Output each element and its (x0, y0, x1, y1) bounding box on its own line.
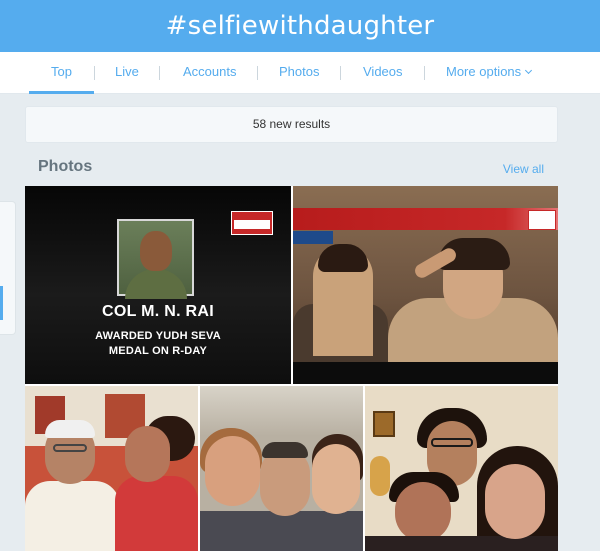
tab-photos[interactable]: Photos (279, 52, 319, 94)
photo-thumbnail-4[interactable] (200, 386, 363, 551)
tab-separator (424, 66, 425, 80)
caption-line-2: MEDAL ON R-DAY (108, 345, 208, 357)
tab-accounts[interactable]: Accounts (183, 52, 236, 94)
photo-thumbnail-1[interactable]: COL M. N. RAI AWARDED YUDH SEVA MEDAL ON… (25, 186, 291, 384)
new-results-text: 58 new results (252, 117, 331, 131)
tab-separator (159, 66, 160, 80)
tab-separator (94, 66, 95, 80)
officer-portrait (117, 219, 194, 299)
location-tag (293, 231, 333, 244)
tab-videos[interactable]: Videos (363, 52, 403, 94)
search-header: #selfiewithdaughter (0, 0, 600, 52)
tab-live[interactable]: Live (115, 52, 139, 94)
tab-top-label: Top (51, 64, 72, 79)
tab-videos-label: Videos (363, 64, 403, 79)
tab-more-options[interactable]: More options (446, 52, 533, 94)
photo-thumbnail-3[interactable] (25, 386, 198, 551)
tab-top[interactable]: Top (29, 52, 94, 94)
view-all-link[interactable]: View all (503, 162, 544, 176)
photos-section-title: Photos (38, 158, 93, 175)
channel-logo (528, 210, 556, 230)
tab-accounts-label: Accounts (183, 64, 237, 79)
chevron-down-icon (525, 66, 533, 75)
tab-photos-label: Photos (279, 64, 320, 79)
caption-name: COL M. N. RAI (101, 303, 215, 320)
tab-live-label: Live (115, 64, 139, 79)
photos-section-header: Photos View all (25, 150, 558, 186)
news-ticker (293, 208, 558, 230)
tab-separator (340, 66, 341, 80)
photo-grid: COL M. N. RAI AWARDED YUDH SEVA MEDAL ON… (25, 186, 558, 551)
tab-separator (257, 66, 258, 80)
search-tab-bar: Top Live Accounts Photos Videos More opt… (0, 52, 600, 94)
new-results-banner[interactable]: 58 new results (25, 106, 558, 143)
channel-logo (231, 211, 273, 235)
side-panel-tab[interactable] (0, 201, 16, 335)
page-title: #selfiewithdaughter (165, 11, 435, 41)
caption-line-1: AWARDED YUDH SEVA (95, 330, 221, 342)
tab-more-options-label: More options (446, 64, 522, 79)
photo-thumbnail-5[interactable] (365, 386, 558, 551)
side-panel-indicator (0, 286, 3, 320)
photo-thumbnail-2[interactable] (293, 186, 558, 384)
